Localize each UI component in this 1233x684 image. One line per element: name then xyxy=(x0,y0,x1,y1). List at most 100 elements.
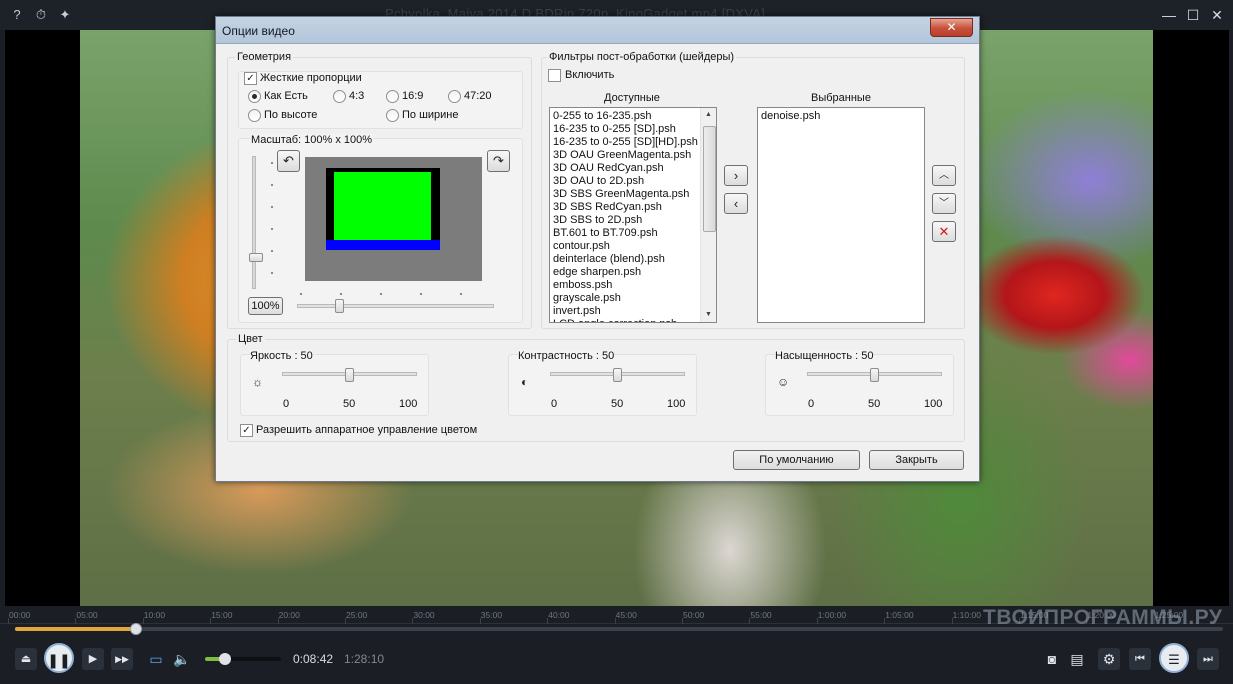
scale-label: Масштаб: 100% x 100% xyxy=(250,134,374,146)
volume-icon[interactable]: 🔈 xyxy=(171,648,193,670)
rotate-right-button[interactable]: ↷ xyxy=(487,150,510,172)
scroll-up-icon[interactable]: ▲ xyxy=(705,111,712,118)
available-item[interactable]: 3D SBS to 2D.psh xyxy=(550,214,716,227)
timeline-mark-label: 1:10:00 xyxy=(952,610,981,620)
step-forward-icon[interactable]: ▶ xyxy=(82,648,104,670)
settings-icon[interactable]: ⚙ xyxy=(1098,648,1120,670)
timeline-mark-label: 10:00 xyxy=(143,610,166,620)
available-item[interactable]: deinterlace (blend).psh xyxy=(550,253,716,266)
hw-color-label: Разрешить аппаратное управление цветом xyxy=(256,424,478,436)
aspect-radio-4-3[interactable] xyxy=(333,90,346,103)
selected-shaders-list[interactable]: denoise.psh xyxy=(757,107,925,323)
scale-vertical-handle[interactable] xyxy=(249,253,263,262)
timeline-tick xyxy=(8,618,9,624)
available-item[interactable]: 3D SBS GreenMagenta.psh xyxy=(550,188,716,201)
seek-bar[interactable] xyxy=(15,623,1223,635)
previous-icon[interactable]: ⏮ xyxy=(1129,648,1151,670)
fit-width-radio[interactable] xyxy=(386,109,399,122)
contrast-handle[interactable] xyxy=(613,368,622,382)
seek-progress xyxy=(15,627,136,631)
timeline-mark-label: 1:05:00 xyxy=(885,610,914,620)
volume-slider[interactable] xyxy=(205,653,281,665)
available-item[interactable]: 3D OAU GreenMagenta.psh xyxy=(550,149,716,162)
timeline-tick xyxy=(951,618,953,624)
tick xyxy=(300,293,302,295)
history-icon[interactable]: ⏱ xyxy=(33,7,49,23)
available-item[interactable]: emboss.psh xyxy=(550,279,716,292)
timeline-tick xyxy=(816,618,818,624)
tick xyxy=(271,250,273,252)
available-scrollbar[interactable]: ▲ ▼ xyxy=(700,108,716,322)
timeline-mark-label: 55:00 xyxy=(750,610,772,620)
brightness-handle[interactable] xyxy=(345,368,354,382)
dialog-titlebar[interactable]: Опции видео ✕ xyxy=(216,17,979,44)
timeline-mark-label: 25:00 xyxy=(346,610,368,620)
aspect-label-asis: Как Есть xyxy=(264,90,308,102)
delete-shader-button[interactable]: ✕ xyxy=(932,221,956,242)
close-window-icon[interactable]: ✕ xyxy=(1208,6,1226,24)
scale-reset-button[interactable]: 100% xyxy=(248,297,283,315)
available-item[interactable]: 3D OAU RedCyan.psh xyxy=(550,162,716,175)
playlist-icon[interactable]: ☰ xyxy=(1159,643,1189,673)
maximize-icon[interactable]: ☐ xyxy=(1184,6,1202,24)
seek-handle[interactable] xyxy=(129,623,142,635)
saturation-label: Насыщенность : 50 xyxy=(775,350,874,362)
eject-icon[interactable]: ⏏ xyxy=(15,648,37,670)
pause-button[interactable]: ❚❚ xyxy=(44,643,74,673)
remove-shader-button[interactable]: ‹ xyxy=(724,193,748,214)
available-item[interactable]: BT.601 to BT.709.psh xyxy=(550,227,716,240)
rotate-left-button[interactable]: ↶ xyxy=(277,150,300,172)
available-item[interactable]: invert.psh xyxy=(550,305,716,318)
scroll-down-icon[interactable]: ▼ xyxy=(705,311,712,318)
selected-item[interactable]: denoise.psh xyxy=(758,110,924,123)
film-icon[interactable]: ▤ xyxy=(1066,648,1088,670)
available-item[interactable]: grayscale.psh xyxy=(550,292,716,305)
aspect-radio-asis[interactable] xyxy=(248,90,261,103)
move-up-button[interactable]: ︿ xyxy=(932,165,956,186)
dialog-close-button[interactable]: ✕ xyxy=(930,18,973,37)
screenshot-icon[interactable]: ◙ xyxy=(1041,648,1063,670)
move-down-button[interactable]: ﹀ xyxy=(932,193,956,214)
scale-horizontal-handle[interactable] xyxy=(335,299,344,313)
aspect-label-47-20: 47:20 xyxy=(464,90,492,102)
timeline-mark-label: 15:00 xyxy=(211,610,233,620)
preview-green-area xyxy=(334,172,431,240)
close-button[interactable]: Закрыть xyxy=(869,450,964,470)
dialog-title: Опции видео xyxy=(222,24,295,38)
scale-vertical-track[interactable] xyxy=(252,156,256,289)
subtitles-icon[interactable]: ▭ xyxy=(145,648,167,670)
filters-enable-checkbox[interactable] xyxy=(548,69,561,82)
available-item[interactable]: 3D OAU to 2D.psh xyxy=(550,175,716,188)
scrollbar-thumb[interactable] xyxy=(703,126,716,232)
filters-label: Фильтры пост-обработки (шейдеры) xyxy=(547,51,737,63)
next-icon[interactable]: ⏭ xyxy=(1197,648,1219,670)
available-item[interactable]: contour.psh xyxy=(550,240,716,253)
default-button[interactable]: По умолчанию xyxy=(733,450,860,470)
available-item[interactable]: LCD angle correction.psh xyxy=(550,318,716,322)
help-icon[interactable]: ? xyxy=(9,7,25,23)
available-item[interactable]: 0-255 to 16-235.psh xyxy=(550,110,716,123)
available-item[interactable]: 16-235 to 0-255 [SD][HD].psh xyxy=(550,136,716,149)
aspect-radio-16-9[interactable] xyxy=(386,90,399,103)
timeline-tick xyxy=(75,618,77,624)
available-item[interactable]: 16-235 to 0-255 [SD].psh xyxy=(550,123,716,136)
timeline-mark-label: 35:00 xyxy=(480,610,503,620)
available-item[interactable]: 3D SBS RedCyan.psh xyxy=(550,201,716,214)
timeline-mark-label: 20:00 xyxy=(278,610,300,620)
fast-forward-icon[interactable]: ▶▶ xyxy=(111,648,133,670)
add-shader-button[interactable]: › xyxy=(724,165,748,186)
saturation-handle[interactable] xyxy=(870,368,879,382)
tick xyxy=(340,293,342,295)
aspect-radio-47-20[interactable] xyxy=(448,90,461,103)
scale-horizontal-track[interactable] xyxy=(297,304,494,308)
fixed-aspect-checkbox[interactable]: ✓ xyxy=(244,72,257,85)
fit-height-radio[interactable] xyxy=(248,109,261,122)
tick xyxy=(420,293,422,295)
available-item[interactable]: edge sharpen.psh xyxy=(550,266,716,279)
volume-handle[interactable] xyxy=(218,653,231,665)
pin-icon[interactable]: ✦ xyxy=(57,7,73,23)
available-shaders-list[interactable]: 0-255 to 16-235.psh 16-235 to 0-255 [SD].… xyxy=(549,107,717,323)
timeline-mark-label: 05:00 xyxy=(76,610,98,620)
hw-color-checkbox[interactable]: ✓ xyxy=(240,424,253,437)
minimize-icon[interactable]: — xyxy=(1160,6,1178,24)
